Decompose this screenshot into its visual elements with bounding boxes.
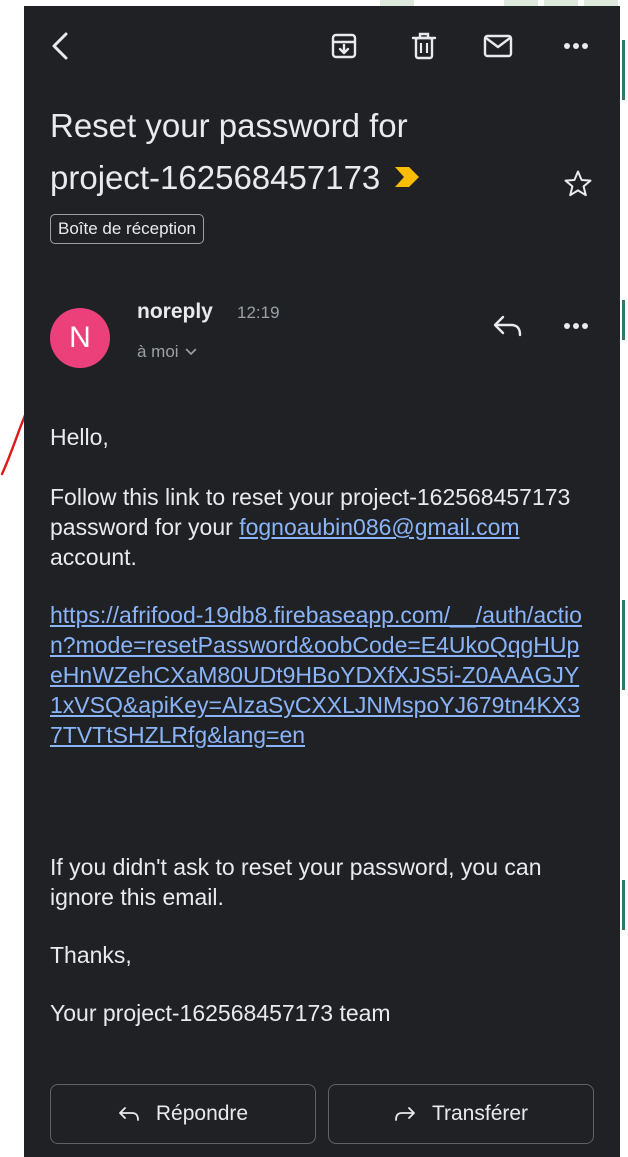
body-greeting: Hello,: [50, 424, 109, 450]
chevron-left-icon: [52, 32, 68, 60]
more-horizontal-icon: [564, 323, 588, 329]
forward-icon: [395, 1107, 415, 1121]
archive-button[interactable]: [324, 26, 364, 66]
body-thanks: Thanks,: [50, 942, 132, 968]
reset-link-paragraph: https://afrifood-19db8.firebaseapp.com/_…: [50, 600, 590, 750]
forward-button[interactable]: Transférer: [328, 1084, 594, 1144]
email-subject: Reset your password for project-16256845…: [50, 100, 520, 204]
star-icon: [564, 170, 592, 197]
body-paragraph-3: If you didn't ask to reset your password…: [50, 854, 542, 910]
more-horizontal-icon: [564, 43, 588, 49]
message-more-button[interactable]: [554, 304, 598, 348]
reply-icon: [493, 315, 522, 337]
reply-button-label: Répondre: [155, 1102, 249, 1125]
archive-icon: [331, 33, 357, 59]
frame-tick: [622, 880, 625, 930]
reset-password-link[interactable]: https://afrifood-19db8.firebaseapp.com/_…: [50, 602, 582, 748]
mark-unread-button[interactable]: [478, 26, 518, 66]
delete-button[interactable]: [404, 26, 444, 66]
sender-avatar[interactable]: N: [50, 308, 110, 368]
reply-button[interactable]: Répondre: [50, 1084, 316, 1144]
subject-line-1: Reset your password for: [50, 107, 408, 144]
sender-name: noreply: [137, 300, 213, 323]
chevron-down-icon: [185, 348, 196, 356]
inbox-label-chip[interactable]: Boîte de réception: [50, 214, 204, 244]
trash-icon: [411, 32, 437, 60]
recipient-label: à moi: [137, 342, 179, 361]
body-paragraph-1: Follow this link to reset your project-1…: [50, 482, 590, 572]
back-button[interactable]: [40, 26, 80, 66]
frame-tick: [622, 300, 625, 340]
body-paragraph-1-end: account.: [50, 544, 137, 570]
star-button[interactable]: [558, 164, 598, 204]
email-address-link[interactable]: fognoaubin086@gmail.com: [239, 514, 519, 540]
mail-icon: [483, 34, 513, 58]
reply-icon: [118, 1107, 139, 1121]
frame-tick: [622, 600, 625, 690]
more-options-button[interactable]: [556, 26, 596, 66]
email-time: 12:19: [237, 303, 280, 322]
reply-icon-button[interactable]: [486, 304, 530, 348]
email-screen: Reset your password for project-16256845…: [24, 6, 620, 1157]
email-toolbar: [24, 6, 620, 82]
recipient-details-toggle[interactable]: à moi: [137, 342, 197, 362]
forward-button-label: Transférer: [431, 1102, 529, 1125]
frame-tick: [622, 40, 625, 100]
importance-marker-icon[interactable]: [394, 166, 420, 188]
subject-line-2: project-162568457173: [50, 152, 520, 204]
body-signature: Your project-162568457173 team: [50, 1000, 391, 1026]
subject-line-2-text: project-162568457173: [50, 159, 381, 196]
